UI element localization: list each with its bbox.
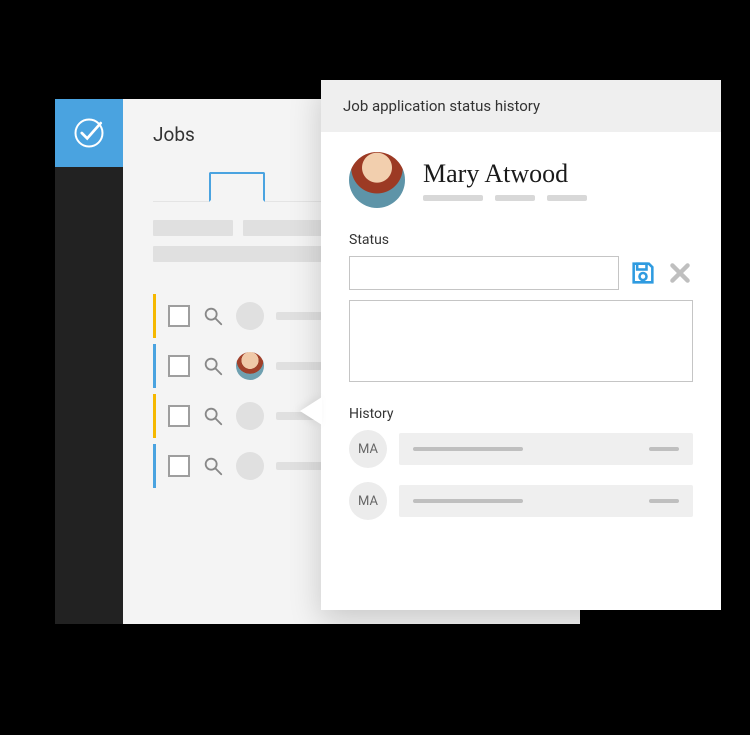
status-label: Status <box>349 232 693 248</box>
tab-2-active[interactable] <box>209 172 265 202</box>
tab-1[interactable] <box>153 172 209 202</box>
save-button[interactable] <box>629 259 657 287</box>
applicant-name: Mary Atwood <box>423 159 587 189</box>
popover-pointer <box>300 397 322 425</box>
history-entry: MA <box>349 482 693 520</box>
search-icon[interactable] <box>202 355 224 377</box>
search-icon[interactable] <box>202 455 224 477</box>
cancel-button[interactable] <box>667 260 693 286</box>
notes-textarea[interactable] <box>349 300 693 382</box>
avatar <box>236 402 264 430</box>
tab-3[interactable] <box>265 172 321 202</box>
history-initials: MA <box>349 482 387 520</box>
close-icon <box>667 260 693 286</box>
history-initials: MA <box>349 430 387 468</box>
search-icon[interactable] <box>202 305 224 327</box>
avatar-mary <box>236 352 264 380</box>
app-logo[interactable] <box>55 99 123 167</box>
save-icon <box>629 259 657 287</box>
search-icon[interactable] <box>202 405 224 427</box>
row-checkbox[interactable] <box>168 405 190 427</box>
row-checkbox[interactable] <box>168 355 190 377</box>
avatar <box>236 452 264 480</box>
history-entry: MA <box>349 430 693 468</box>
applicant-meta <box>423 195 587 201</box>
status-input[interactable] <box>349 256 619 290</box>
nav-sidebar <box>55 99 123 624</box>
status-history-panel: Job application status history Mary Atwo… <box>321 80 721 610</box>
applicant-avatar <box>349 152 405 208</box>
history-label: History <box>349 406 693 422</box>
row-checkbox[interactable] <box>168 305 190 327</box>
applicant-header: Mary Atwood <box>349 152 693 208</box>
avatar <box>236 302 264 330</box>
history-bubble <box>399 485 693 517</box>
row-checkbox[interactable] <box>168 455 190 477</box>
panel-header: Job application status history <box>321 80 721 132</box>
history-bubble <box>399 433 693 465</box>
check-circle-icon <box>71 115 107 151</box>
